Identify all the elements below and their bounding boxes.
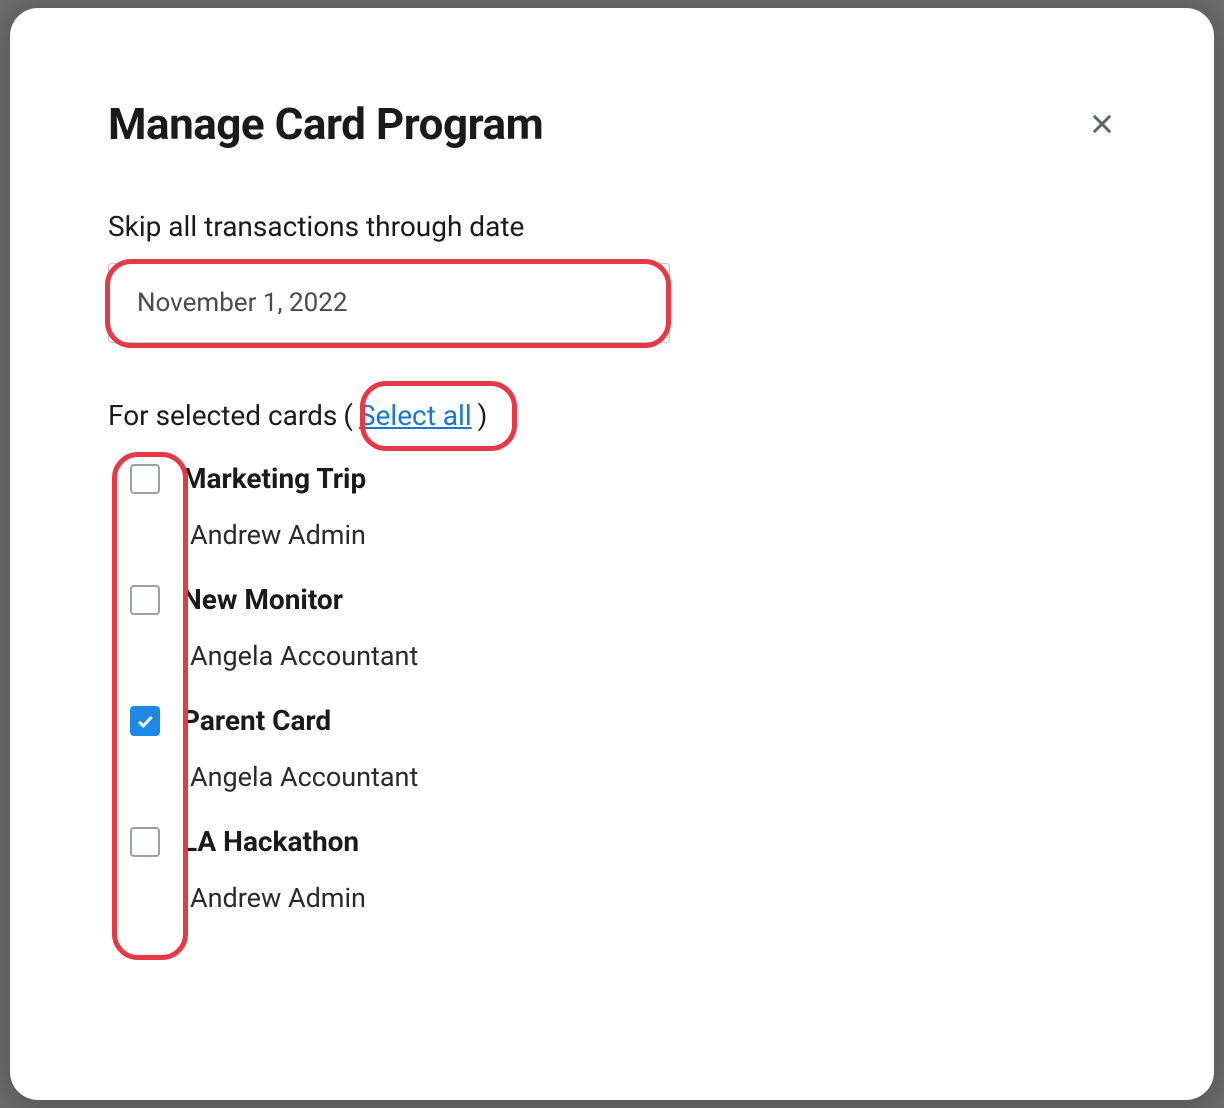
close-icon xyxy=(1088,110,1116,138)
date-input-wrapper xyxy=(108,263,670,343)
modal-header: Manage Card Program xyxy=(108,98,1124,150)
card-owner: Andrew Admin xyxy=(182,882,366,914)
modal-title: Manage Card Program xyxy=(108,98,543,150)
date-field-label: Skip all transactions through date xyxy=(108,210,1124,243)
card-info: Marketing Trip Andrew Admin xyxy=(182,462,366,551)
card-checkbox-parent-card[interactable] xyxy=(130,706,160,736)
check-icon xyxy=(135,711,155,731)
card-item: Parent Card Angela Accountant xyxy=(130,704,1124,793)
card-item: New Monitor Angela Accountant xyxy=(130,583,1124,672)
open-paren: ( xyxy=(343,399,353,432)
card-name: New Monitor xyxy=(182,583,418,616)
cards-list: Marketing Trip Andrew Admin New Monitor … xyxy=(108,462,1124,914)
select-all-link[interactable]: Select all xyxy=(359,399,472,432)
card-name: Marketing Trip xyxy=(182,462,366,495)
card-info: LA Hackathon Andrew Admin xyxy=(182,825,366,914)
card-name: Parent Card xyxy=(182,704,418,737)
manage-card-program-modal: Manage Card Program Skip all transaction… xyxy=(10,8,1214,1100)
card-owner: Angela Accountant xyxy=(182,640,418,672)
close-button[interactable] xyxy=(1080,102,1124,146)
card-name: LA Hackathon xyxy=(182,825,366,858)
card-item: Marketing Trip Andrew Admin xyxy=(130,462,1124,551)
close-paren: ) xyxy=(478,399,488,432)
card-checkbox-new-monitor[interactable] xyxy=(130,585,160,615)
card-owner: Angela Accountant xyxy=(182,761,418,793)
card-checkbox-marketing-trip[interactable] xyxy=(130,464,160,494)
card-info: New Monitor Angela Accountant xyxy=(182,583,418,672)
cards-label-text: For selected cards xyxy=(108,399,337,432)
card-item: LA Hackathon Andrew Admin xyxy=(130,825,1124,914)
card-owner: Andrew Admin xyxy=(182,519,366,551)
card-info: Parent Card Angela Accountant xyxy=(182,704,418,793)
skip-date-input[interactable] xyxy=(108,263,670,343)
cards-label-row: For selected cards ( Select all ) xyxy=(108,399,1124,432)
card-checkbox-la-hackathon[interactable] xyxy=(130,827,160,857)
